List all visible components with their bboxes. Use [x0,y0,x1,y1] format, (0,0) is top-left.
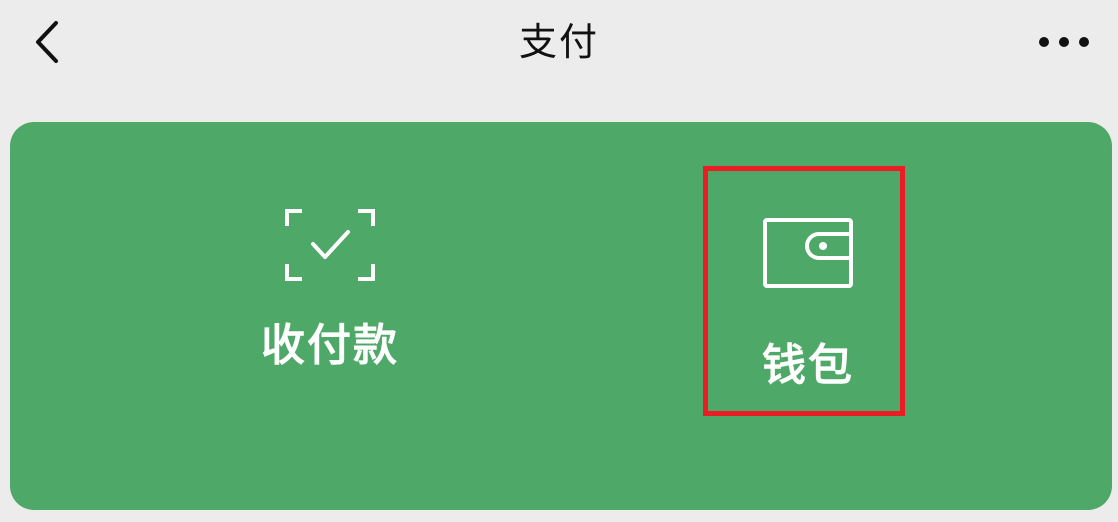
more-button[interactable] [1032,20,1096,64]
page-title: 支付 [518,20,599,64]
payment-card: 收付款 钱包 [10,122,1112,510]
nav-bar: 支付 [0,0,1118,90]
scan-check-icon [285,209,375,281]
more-horizontal-icon [1039,37,1089,47]
receive-pay-button[interactable]: 收付款 [230,208,430,388]
wallet-label: 钱包 [762,340,854,391]
wallet-button[interactable]: 钱包 [710,180,906,418]
receive-pay-label: 收付款 [261,320,399,371]
wallet-icon [763,218,853,288]
